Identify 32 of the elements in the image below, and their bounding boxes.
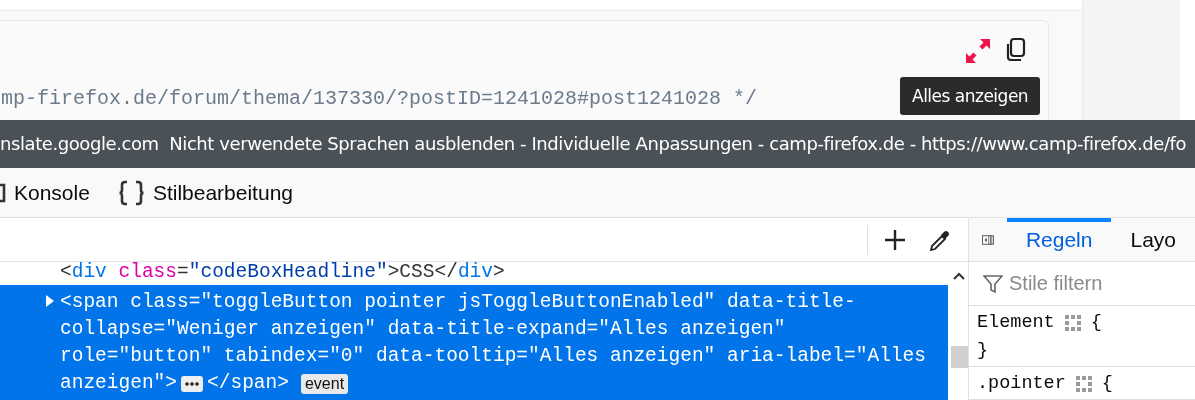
braces-icon <box>117 178 145 207</box>
devtools-tab[interactable]: Stilbearbeitung <box>117 178 293 207</box>
sidebar-tab[interactable]: Layo <box>1111 218 1195 261</box>
brace-text: { <box>1101 372 1113 396</box>
filter-field[interactable]: Stile filtern <box>1009 272 1189 295</box>
tooltip: Alles anzeigen <box>900 77 1041 115</box>
markup-line[interactable]: <div class="codeBoxHeadline">CSS</div> <box>60 262 505 282</box>
brace-text: { <box>1090 311 1102 335</box>
event-badge[interactable]: event <box>300 373 349 394</box>
markup-line: </span> <box>207 371 289 396</box>
grid-icon[interactable] <box>1064 315 1081 331</box>
brace-text: } <box>977 339 989 363</box>
devtools-tab[interactable]: Konsole <box>0 178 90 207</box>
markup-line: role="button" tabindex="0" data-tooltip="Alles anzeigen" aria-label="Alles <box>60 344 927 369</box>
copy-icon[interactable] <box>1004 37 1028 63</box>
rule-selector: Element <box>977 311 1055 335</box>
markup-line: <span class="toggleButton pointer jsToggleButtonEnabled" data-title- <box>60 290 857 315</box>
markup-line: collapse="Weniger anzeigen" data-title-expand="Alles anzeigen" <box>60 317 787 342</box>
expand-icon[interactable] <box>966 37 992 63</box>
sidebar-tab[interactable]: Regeln <box>1006 218 1112 261</box>
scrollbar-thumb[interactable] <box>951 346 968 368</box>
ellipsis-icon[interactable] <box>181 375 204 392</box>
tooltip-text: nslate.google.com Nicht verwendete Sprachen ausblenden - Individuelle Anpassungen - camp-firefox.de - https://www.camp-firefox.de/fo <box>0 132 1187 156</box>
rule-selector: .pointer <box>977 372 1066 396</box>
grid-icon[interactable] <box>1075 376 1092 392</box>
selected-node[interactable] <box>0 285 948 400</box>
add-icon[interactable] <box>884 228 906 251</box>
eyedropper-icon[interactable] <box>928 228 950 251</box>
code-line: mp-firefox.de/forum/thema/137330/?postID=1241028#post1241028 */ <box>1 87 758 110</box>
scroll-up-icon[interactable] <box>951 270 967 282</box>
filter-icon <box>983 273 1003 294</box>
markup-line: anzeigen"> <box>60 371 178 396</box>
